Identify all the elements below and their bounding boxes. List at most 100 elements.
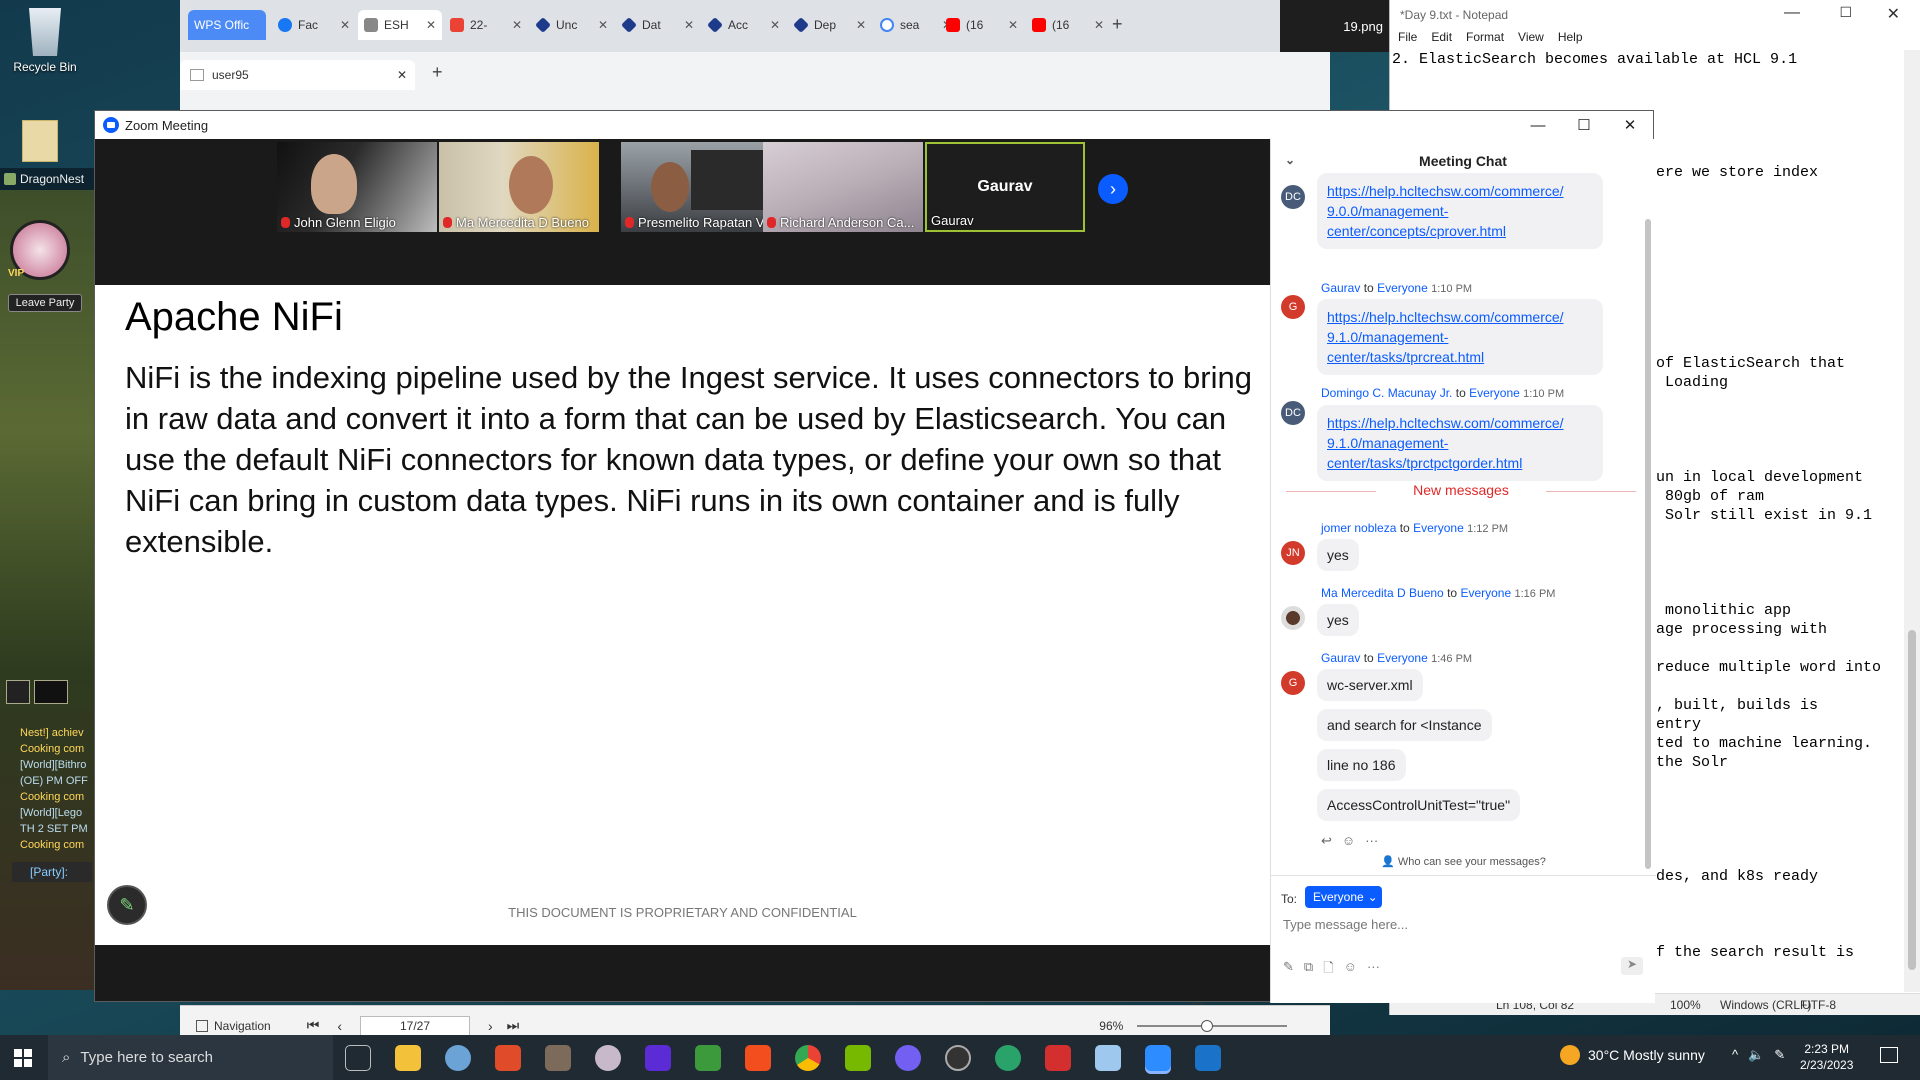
sender-name[interactable]: jomer nobleza: [1321, 521, 1396, 535]
clock[interactable]: 2:23 PM 2/23/2023: [1800, 1041, 1853, 1073]
notifications-icon[interactable]: [1880, 1047, 1898, 1063]
intellij-icon[interactable]: [645, 1044, 671, 1071]
photos-icon[interactable]: [1195, 1044, 1221, 1071]
new-tab-button[interactable]: +: [1112, 14, 1123, 35]
browser-tab[interactable]: 22- ✕: [444, 10, 528, 40]
chat-link[interactable]: https://help.hcltechsw.com/commerce/: [1327, 415, 1564, 431]
browser-tab-active[interactable]: ESH ✕: [358, 10, 442, 40]
file-icon[interactable]: [22, 120, 58, 162]
brave-browser-icon[interactable]: [495, 1044, 521, 1071]
party-chat-input[interactable]: [Party]:: [12, 862, 92, 882]
menu-edit[interactable]: Edit: [1431, 30, 1452, 50]
zoom-slider[interactable]: [1137, 1019, 1288, 1032]
recycle-bin-shortcut[interactable]: Recycle Bin: [0, 8, 90, 74]
hotbar-slot[interactable]: [34, 680, 68, 704]
task-view-icon[interactable]: [345, 1044, 371, 1071]
notepad-icon[interactable]: [1095, 1044, 1121, 1071]
more-icon[interactable]: ···: [1367, 959, 1380, 981]
participant-video[interactable]: John Glenn Eligio: [277, 142, 437, 232]
sender-name[interactable]: Gaurav: [1321, 651, 1360, 665]
participant-video[interactable]: Presmelito Rapatan V...: [621, 142, 781, 232]
chevron-up-icon[interactable]: ^: [1732, 1047, 1738, 1063]
close-icon[interactable]: ✕: [397, 68, 407, 82]
format-icon[interactable]: ✎: [1283, 959, 1294, 981]
participant-video[interactable]: Ma Mercedita D Bueno: [439, 142, 599, 232]
app-icon[interactable]: [595, 1044, 621, 1071]
first-page-icon[interactable]: ⏮: [307, 1017, 320, 1034]
close-button[interactable]: ✕: [1607, 111, 1653, 139]
next-page-icon[interactable]: ›: [488, 1018, 493, 1034]
sender-name[interactable]: Gaurav: [1321, 281, 1360, 295]
who-can-see-link[interactable]: 👤 Who can see your messages?: [1271, 855, 1656, 868]
scrollbar-thumb[interactable]: [1908, 630, 1916, 970]
chat-link[interactable]: center/tasks/tprctpctgorder.html: [1327, 455, 1522, 471]
sender-name[interactable]: Ma Mercedita D Bueno: [1321, 586, 1444, 600]
recipient-name[interactable]: Everyone: [1413, 521, 1464, 535]
pen-icon[interactable]: ✎: [1774, 1047, 1785, 1063]
close-icon[interactable]: ✕: [1094, 18, 1104, 32]
chrome-icon[interactable]: [795, 1044, 821, 1071]
close-icon[interactable]: ✕: [512, 18, 522, 32]
chat-link[interactable]: center/concepts/cprover.html: [1327, 223, 1506, 239]
close-icon[interactable]: ✕: [684, 18, 694, 32]
chat-link[interactable]: https://help.hcltechsw.com/commerce/: [1327, 183, 1564, 199]
page-number-input[interactable]: 17/27: [359, 1015, 470, 1036]
weather-widget[interactable]: 30°C Mostly sunny: [1560, 1045, 1705, 1065]
close-button[interactable]: ✕: [1887, 4, 1900, 24]
emoji-reaction-icon[interactable]: ☺: [1342, 833, 1355, 849]
minimize-button[interactable]: —: [1784, 4, 1800, 22]
recipient-name[interactable]: Everyone: [1469, 386, 1520, 400]
browser-tab[interactable]: (16 ✕: [1026, 10, 1110, 40]
browser-tab[interactable]: Acc ✕: [702, 10, 786, 40]
recipient-select[interactable]: Everyone ⌄: [1305, 886, 1382, 908]
recipient-name[interactable]: Everyone: [1377, 281, 1428, 295]
obs-icon[interactable]: [945, 1044, 971, 1071]
send-button[interactable]: ➤: [1621, 957, 1643, 975]
emoji-icon[interactable]: ☺: [1344, 959, 1357, 981]
app-icon[interactable]: [1045, 1044, 1071, 1071]
chat-scrollbar[interactable]: [1645, 219, 1651, 869]
close-icon[interactable]: ✕: [770, 18, 780, 32]
navigation-button[interactable]: Navigation: [214, 1019, 271, 1033]
browser-tab[interactable]: Fac ✕: [272, 10, 356, 40]
nvidia-icon[interactable]: [845, 1044, 871, 1071]
app-icon[interactable]: [695, 1044, 721, 1071]
zoom-percent[interactable]: 96%: [1099, 1019, 1123, 1033]
close-icon[interactable]: ✕: [598, 18, 608, 32]
browser-tab[interactable]: (16 ✕: [940, 10, 1024, 40]
more-icon[interactable]: ···: [1365, 833, 1378, 849]
hotbar-slot[interactable]: [6, 680, 30, 704]
menu-view[interactable]: View: [1518, 30, 1544, 50]
menu-file[interactable]: File: [1398, 30, 1417, 50]
chat-message-input[interactable]: Type message here...: [1283, 917, 1643, 937]
prev-page-icon[interactable]: ‹: [337, 1018, 342, 1034]
zoom-slider-thumb[interactable]: [1201, 1019, 1214, 1032]
leave-party-button[interactable]: Leave Party: [8, 294, 82, 312]
close-icon[interactable]: ✕: [340, 18, 350, 32]
zoom-icon[interactable]: [1145, 1044, 1171, 1071]
chat-link[interactable]: center/tasks/tprcreat.html: [1327, 349, 1484, 365]
close-icon[interactable]: ✕: [856, 18, 866, 32]
recipient-name[interactable]: Everyone: [1377, 651, 1428, 665]
figma-icon[interactable]: [745, 1044, 771, 1071]
app-icon[interactable]: [445, 1044, 471, 1071]
browser-tab[interactable]: Dep ✕: [788, 10, 872, 40]
navigation-icon[interactable]: [196, 1019, 208, 1032]
maximize-button[interactable]: ☐: [1839, 4, 1852, 21]
chat-link[interactable]: https://help.hcltechsw.com/commerce/: [1327, 309, 1564, 325]
close-icon[interactable]: ✕: [1008, 18, 1018, 32]
participant-video-active[interactable]: Gaurav Gaurav: [925, 142, 1085, 232]
chevron-down-icon[interactable]: ⌄: [1285, 153, 1295, 167]
recipient-name[interactable]: Everyone: [1460, 586, 1511, 600]
viber-icon[interactable]: [895, 1044, 921, 1071]
browser-tab[interactable]: user95 ✕: [180, 60, 415, 90]
next-participants-button[interactable]: ›: [1098, 174, 1128, 204]
volume-icon[interactable]: 🔈: [1748, 1047, 1764, 1063]
browser-tab[interactable]: WPS Offic: [188, 10, 266, 40]
chat-link[interactable]: 9.0.0/management-: [1327, 203, 1448, 219]
windows-start-button[interactable]: [14, 1049, 32, 1067]
notepad-scrollbar[interactable]: [1904, 50, 1920, 992]
maximize-button[interactable]: ☐: [1561, 111, 1607, 139]
app-icon[interactable]: [545, 1044, 571, 1071]
reply-icon[interactable]: ↩: [1321, 833, 1332, 849]
